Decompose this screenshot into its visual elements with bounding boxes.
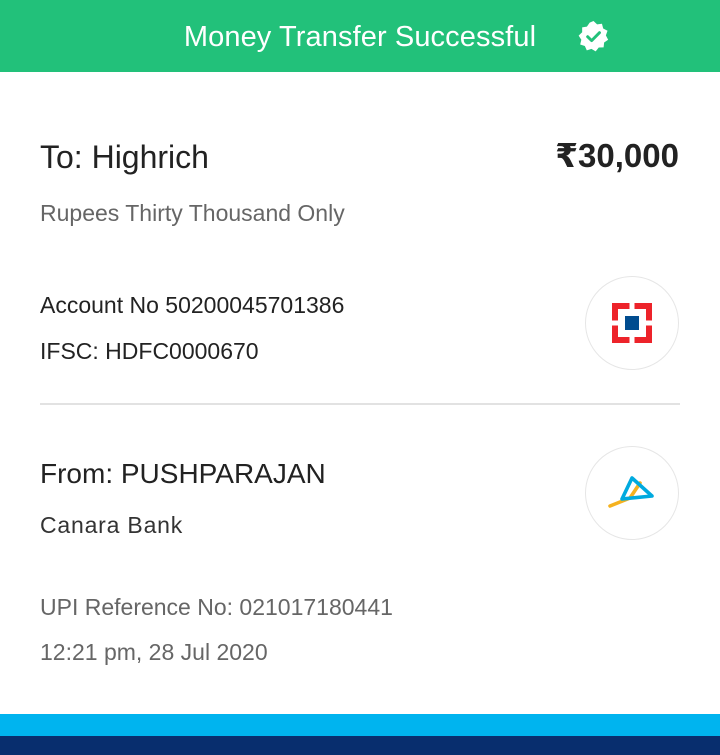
bank-logo-icon xyxy=(608,476,654,508)
footer-stripe-dark xyxy=(0,736,720,755)
recipient-ifsc: IFSC: HDFC0000670 xyxy=(40,338,259,364)
transaction-timestamp: 12:21 pm, 28 Jul 2020 xyxy=(40,639,268,665)
header-title: Money Transfer Successful xyxy=(183,21,537,53)
upi-reference-number: UPI Reference No: 021017180441 xyxy=(40,594,393,620)
section-divider xyxy=(40,403,680,405)
sender-bank-name: Canara Bank xyxy=(40,512,184,538)
hdfc-bank-logo-icon xyxy=(612,303,652,343)
amount-in-words: Rupees Thirty Thousand Only xyxy=(40,200,345,226)
verified-badge-icon xyxy=(578,21,609,52)
sender-bank-logo xyxy=(585,446,679,540)
success-header: Money Transfer Successful xyxy=(0,0,720,72)
transfer-amount: ₹30,000 xyxy=(555,137,679,174)
recipient-account-number: Account No 50200045701386 xyxy=(40,292,345,318)
recipient-bank-logo xyxy=(585,276,679,370)
recipient-name: To: Highrich xyxy=(40,139,209,175)
footer-stripe-light xyxy=(0,714,720,736)
sender-name: From: PUSHPARAJAN xyxy=(40,458,326,489)
